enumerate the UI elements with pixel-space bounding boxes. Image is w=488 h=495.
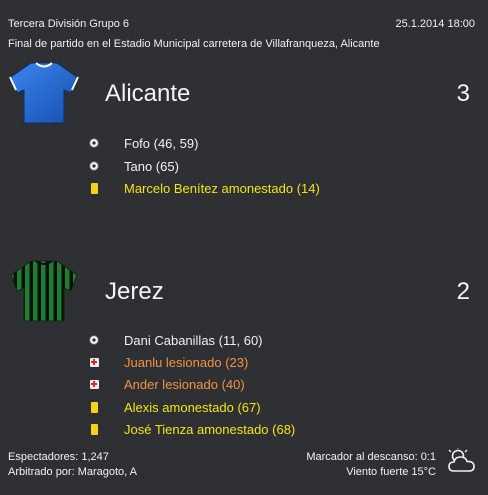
- away-team-name[interactable]: Jerez: [105, 278, 164, 306]
- ball-icon: [88, 334, 100, 346]
- goal-scorer[interactable]: Dani Cabanillas (11, 60): [124, 333, 263, 348]
- goal-scorer[interactable]: Fofo (46, 59): [124, 136, 198, 151]
- yellow-card-icon: [88, 423, 100, 435]
- injury-text[interactable]: Ander lesionado (40): [124, 377, 245, 392]
- injury-icon: [88, 356, 100, 368]
- away-event-injury-1: Juanlu lesionado (23): [88, 352, 248, 372]
- injury-icon: [88, 378, 100, 390]
- home-shirt-icon: [9, 62, 79, 124]
- injury-text[interactable]: Juanlu lesionado (23): [124, 355, 248, 370]
- home-event-booking-1: Marcelo Benítez amonestado (14): [88, 178, 320, 198]
- home-event-goal-1: Fofo (46, 59): [88, 133, 198, 153]
- away-shirt-icon: [10, 260, 78, 322]
- halftime-score-label: Marcador al descanso: 0:1: [306, 451, 436, 463]
- booking-text[interactable]: José Tienza amonestado (68): [124, 422, 295, 437]
- yellow-card-icon: [88, 401, 100, 413]
- match-status-venue: Final de partido en el Estadio Municipal…: [8, 38, 380, 50]
- away-event-booking-2: José Tienza amonestado (68): [88, 419, 295, 439]
- home-event-goal-2: Tano (65): [88, 156, 179, 176]
- ball-icon: [88, 160, 100, 172]
- booking-text[interactable]: Marcelo Benítez amonestado (14): [124, 181, 320, 196]
- weather-label: Viento fuerte 15°C: [346, 466, 436, 478]
- away-event-booking-1: Alexis amonestado (67): [88, 397, 261, 417]
- away-team-score: 2: [456, 278, 470, 305]
- yellow-card-icon: [88, 182, 100, 194]
- home-team-score: 3: [456, 80, 470, 107]
- attendance-label: Espectadores: 1,247: [8, 451, 109, 463]
- goal-scorer[interactable]: Tano (65): [124, 159, 179, 174]
- cloudy-icon: [448, 448, 475, 472]
- away-event-goal-1: Dani Cabanillas (11, 60): [88, 330, 263, 350]
- referee-label: Arbitrado por: Maragoto, A: [8, 466, 138, 478]
- competition-label: Tercera División Grupo 6: [8, 18, 130, 30]
- ball-icon: [88, 137, 100, 149]
- booking-text[interactable]: Alexis amonestado (67): [124, 400, 261, 415]
- away-event-injury-2: Ander lesionado (40): [88, 374, 245, 394]
- match-date-time: 25.1.2014 18:00: [395, 18, 475, 30]
- home-team-name[interactable]: Alicante: [105, 80, 190, 108]
